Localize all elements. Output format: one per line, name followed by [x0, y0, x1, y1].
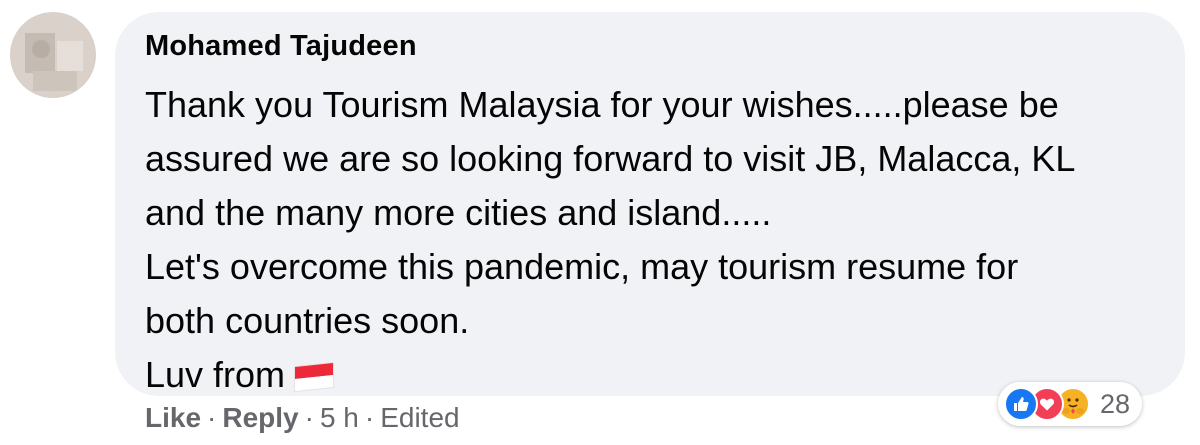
- comment-line: assured we are so looking forward to vis…: [145, 138, 1076, 179]
- comment-author[interactable]: Mohamed Tajudeen: [145, 30, 417, 63]
- reactions-summary[interactable]: 28: [998, 382, 1143, 426]
- comment-bubble: Mohamed Tajudeen Thank you Tourism Malay…: [115, 12, 1185, 396]
- comment-line: and the many more cities and island.....: [145, 192, 772, 233]
- comment-line: Thank you Tourism Malaysia for your wish…: [145, 84, 1059, 125]
- comment-line: Let's overcome this pandemic, may touris…: [145, 246, 1019, 287]
- avatar-image: [11, 13, 95, 97]
- reply-button[interactable]: Reply: [222, 402, 298, 434]
- comment-line: both countries soon.: [145, 300, 470, 341]
- separator: ·: [364, 402, 375, 433]
- like-icon: [1004, 387, 1038, 421]
- separator: ·: [207, 402, 217, 433]
- separator: ·: [304, 402, 314, 433]
- like-button[interactable]: Like: [145, 402, 201, 434]
- comment-actions: Like · Reply · 5 h · Edited: [145, 402, 460, 434]
- comment-timestamp[interactable]: 5 h: [320, 402, 359, 434]
- avatar[interactable]: [10, 12, 96, 98]
- comment-text: Thank you Tourism Malaysia for your wish…: [145, 78, 1155, 402]
- reaction-count: 28: [1100, 388, 1131, 419]
- comment: Mohamed Tajudeen Thank you Tourism Malay…: [0, 0, 1200, 445]
- comment-line: Luv from: [145, 354, 286, 395]
- edited-label[interactable]: Edited: [380, 402, 459, 434]
- singapore-flag-icon: [295, 363, 334, 391]
